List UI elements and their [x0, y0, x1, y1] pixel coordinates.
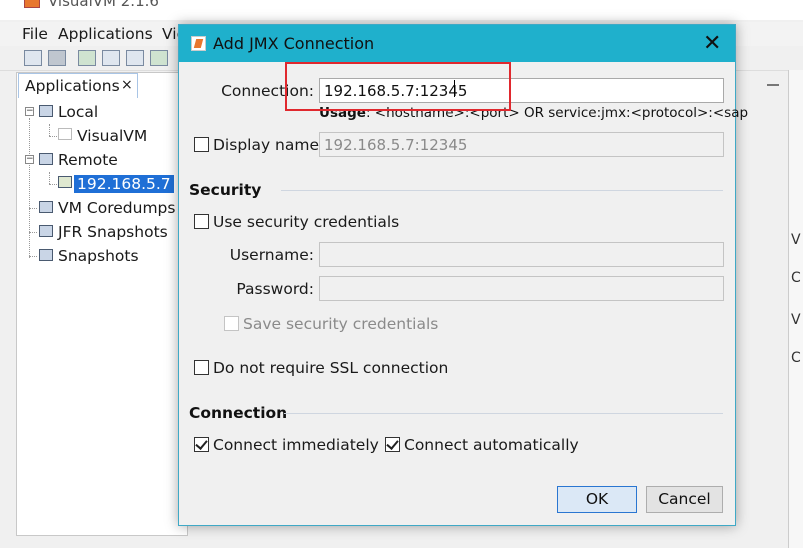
tree-item-label: VisualVM	[77, 127, 148, 145]
remote-host-connected-icon	[58, 176, 72, 188]
display-name-label: Display name:	[213, 136, 325, 154]
tree-item-label: Snapshots	[58, 247, 139, 265]
snapshots-icon	[39, 249, 53, 261]
text-caret	[454, 80, 455, 97]
highlight-box	[285, 62, 511, 111]
password-input[interactable]	[319, 276, 724, 301]
use-security-checkbox[interactable]	[194, 214, 209, 229]
section-divider	[284, 413, 723, 414]
main-window-title: VisualVM 2.1.6	[48, 0, 159, 10]
save-icon[interactable]	[48, 50, 66, 66]
visualvm-app-icon	[58, 128, 72, 140]
collapse-icon[interactable]: −	[25, 107, 34, 116]
password-label: Password:	[236, 280, 314, 298]
side-label: C	[791, 270, 801, 286]
tree-item-label: Local	[58, 103, 99, 121]
open-file-icon[interactable]	[24, 50, 42, 66]
use-security-label: Use security credentials	[213, 213, 400, 231]
section-divider	[281, 190, 723, 191]
dialog-titlebar[interactable]: Add JMX Connection ✕	[179, 25, 735, 62]
ok-button[interactable]: OK	[557, 486, 637, 513]
local-host-icon	[39, 105, 53, 117]
tab-applications[interactable]: Applications ×	[18, 73, 138, 98]
add-snapshot-icon[interactable]	[126, 50, 144, 66]
add-coredump-icon[interactable]	[150, 50, 168, 66]
menu-applications[interactable]: Applications	[58, 25, 153, 43]
tree-guide-line	[29, 232, 37, 233]
add-jmx-icon[interactable]	[78, 50, 96, 66]
remote-hosts-icon	[39, 153, 53, 165]
tree-item-label: JFR Snapshots	[58, 223, 168, 241]
tab-applications-label: Applications	[25, 77, 120, 95]
tree-guide-line	[49, 124, 50, 136]
add-remote-host-icon[interactable]	[102, 50, 120, 66]
dialog-title: Add JMX Connection	[213, 34, 375, 53]
tree-guide-line	[49, 172, 50, 184]
display-name-input[interactable]	[319, 132, 724, 157]
tree-guide-line	[29, 208, 37, 209]
side-label: V	[791, 312, 801, 328]
save-credentials-checkbox[interactable]	[224, 316, 239, 331]
username-input[interactable]	[319, 242, 724, 267]
tree-guide-line	[49, 184, 57, 185]
tab-close-icon[interactable]: ×	[121, 77, 133, 93]
visualvm-app-icon	[24, 0, 40, 8]
connect-immediately-checkbox[interactable]	[194, 437, 209, 452]
jfr-snapshots-icon	[39, 225, 53, 237]
no-ssl-label: Do not require SSL connection	[213, 359, 449, 377]
connect-immediately-label: Connect immediately	[213, 436, 379, 454]
side-label: V	[791, 232, 801, 248]
close-icon[interactable]: ✕	[703, 31, 721, 56]
tree-item-label: Remote	[58, 151, 118, 169]
connection-section-title: Connection	[189, 404, 288, 422]
no-ssl-checkbox[interactable]	[194, 360, 209, 375]
coredumps-icon	[39, 201, 53, 213]
tree-guide-line	[29, 118, 30, 258]
tree-item-label: 192.168.5.7	[74, 175, 174, 193]
tree-item-label: VM Coredumps	[58, 199, 176, 217]
security-section-title: Security	[189, 181, 262, 199]
visualvm-app-icon	[191, 36, 206, 51]
cancel-button[interactable]: Cancel	[646, 486, 723, 513]
save-credentials-label: Save security credentials	[243, 315, 439, 333]
connect-automatically-checkbox[interactable]	[385, 437, 400, 452]
display-name-checkbox[interactable]	[194, 137, 209, 152]
menu-file[interactable]: File	[22, 25, 48, 43]
minimize-icon[interactable]	[767, 84, 779, 86]
collapse-icon[interactable]: −	[25, 155, 34, 164]
username-label: Username:	[229, 246, 314, 264]
right-side-panel: V C V C	[788, 70, 803, 548]
side-label: C	[791, 350, 801, 366]
connect-automatically-label: Connect automatically	[404, 436, 579, 454]
main-titlebar: VisualVM 2.1.6	[0, 0, 803, 20]
tree-guide-line	[29, 256, 37, 257]
tree-guide-line	[49, 136, 57, 137]
